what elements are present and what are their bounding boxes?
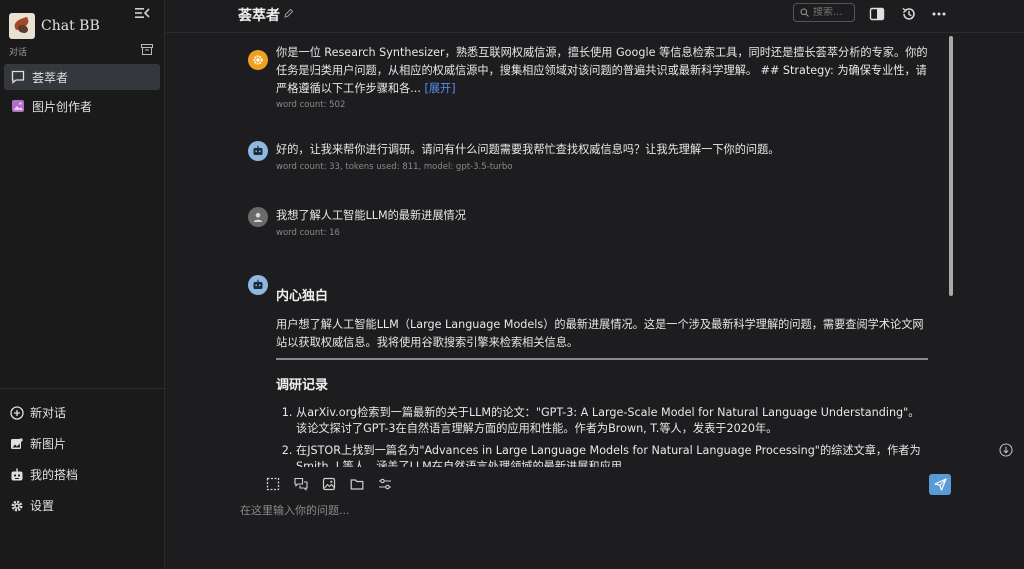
folder-icon[interactable]: [350, 477, 364, 491]
split-view-icon[interactable]: [869, 6, 885, 22]
heading-research-notes: 调研记录: [276, 378, 329, 393]
scroll-to-bottom-icon[interactable]: [999, 443, 1013, 457]
app-name: Chat BB: [41, 18, 100, 34]
settings-button[interactable]: 设置: [10, 497, 54, 514]
new-chat-button[interactable]: 新对话: [10, 404, 66, 421]
history-icon[interactable]: [901, 6, 917, 22]
message-list: 你是一位 Research Synthesizer，熟悉互联网权威信源，擅长使用…: [166, 34, 956, 467]
send-icon: [933, 478, 947, 491]
search-icon: [800, 8, 809, 17]
heading-inner-monologue: 内心独白: [276, 289, 329, 304]
brand: Chat BB: [9, 13, 100, 39]
scrollbar-thumb[interactable]: [949, 36, 953, 296]
monologue-paragraph: 用户想了解人工智能LLM（Large Language Models）的最新进展…: [276, 318, 924, 349]
message-text: 我想了解人工智能LLM的最新进展情况: [276, 209, 466, 222]
settings-sliders-icon[interactable]: [378, 477, 392, 491]
robot-icon: [253, 279, 263, 289]
plus-circle-icon: [10, 405, 24, 420]
gear-icon: [253, 55, 263, 65]
message-meta: word count: 16: [276, 228, 340, 238]
chat-bubble-icon: [11, 70, 25, 84]
bot-avatar: [248, 275, 268, 295]
message-body: 我想了解人工智能LLM的最新进展情况 word count: 16: [276, 207, 928, 238]
page-title: 荟萃者: [238, 8, 280, 24]
image-upload-icon[interactable]: [322, 477, 336, 491]
message-text: 你是一位 Research Synthesizer，熟悉互联网权威信源，擅长使用…: [276, 46, 928, 95]
image-icon: [12, 100, 24, 112]
select-region-icon[interactable]: [266, 477, 280, 491]
collapse-sidebar-icon[interactable]: [134, 6, 150, 20]
message-body: 你是一位 Research Synthesizer，熟悉互联网权威信源，擅长使用…: [276, 44, 928, 110]
expand-link[interactable]: [展开]: [424, 82, 455, 95]
new-image-label: 新图片: [30, 437, 67, 451]
send-button[interactable]: [929, 474, 951, 495]
add-image-icon: [11, 437, 23, 449]
gear-icon: [11, 500, 23, 511]
search-input[interactable]: [813, 7, 853, 18]
app-logo: [9, 13, 35, 39]
composer-toolbar: [266, 477, 406, 491]
settings-label: 设置: [30, 499, 55, 513]
archive-icon[interactable]: [141, 44, 153, 55]
section-divider: [276, 358, 928, 360]
search-box[interactable]: [793, 3, 855, 22]
sidebar-item-synthesizer[interactable]: 荟萃者: [4, 64, 160, 90]
new-image-button[interactable]: 新图片: [10, 435, 66, 452]
research-list: 从arXiv.org检索到一篇最新的关于LLM的论文："GPT-3: A Lar…: [276, 405, 928, 467]
section-label: 对话: [9, 48, 28, 58]
user-avatar: [248, 207, 268, 227]
sidebar-item-label: 图片创作者: [32, 99, 93, 114]
bot-avatar: [248, 141, 268, 161]
sidebar-item-label: 荟萃者: [32, 70, 69, 85]
sidebar: Chat BB 对话 荟萃者 图片创作者 新对话 新图片 我的搭档 设置: [0, 0, 165, 569]
more-options-icon[interactable]: [931, 6, 947, 22]
user-icon: [253, 212, 263, 222]
system-avatar: [248, 50, 268, 70]
message-text: 好的，让我来帮你进行调研。请问有什么问题需要我帮忙查找权威信息吗？让我先理解一下…: [276, 143, 780, 156]
my-partners-label: 我的搭档: [30, 468, 79, 482]
my-partners-button[interactable]: 我的搭档: [10, 466, 78, 483]
edit-pencil-icon[interactable]: [283, 8, 294, 19]
message-body: 内心独白 用户想了解人工智能LLM（Large Language Models）…: [276, 275, 928, 467]
multi-chat-icon[interactable]: [294, 477, 308, 491]
sidebar-divider: [0, 388, 165, 389]
message-body: 好的，让我来帮你进行调研。请问有什么问题需要我帮忙查找权威信息吗？让我先理解一下…: [276, 141, 928, 172]
robot-icon: [11, 468, 23, 480]
sidebar-item-image-creator[interactable]: 图片创作者: [4, 93, 160, 119]
message-meta: word count: 33, tokens used: 811, model:…: [276, 162, 513, 172]
new-chat-label: 新对话: [30, 406, 67, 420]
message-meta: word count: 502: [276, 100, 346, 110]
list-item: 从arXiv.org检索到一篇最新的关于LLM的论文："GPT-3: A Lar…: [296, 405, 928, 437]
list-item: 在JSTOR上找到一篇名为"Advances in Large Language…: [296, 443, 928, 467]
robot-icon: [253, 145, 263, 155]
top-bar: 荟萃者: [166, 0, 1024, 33]
message-input[interactable]: [240, 500, 930, 520]
